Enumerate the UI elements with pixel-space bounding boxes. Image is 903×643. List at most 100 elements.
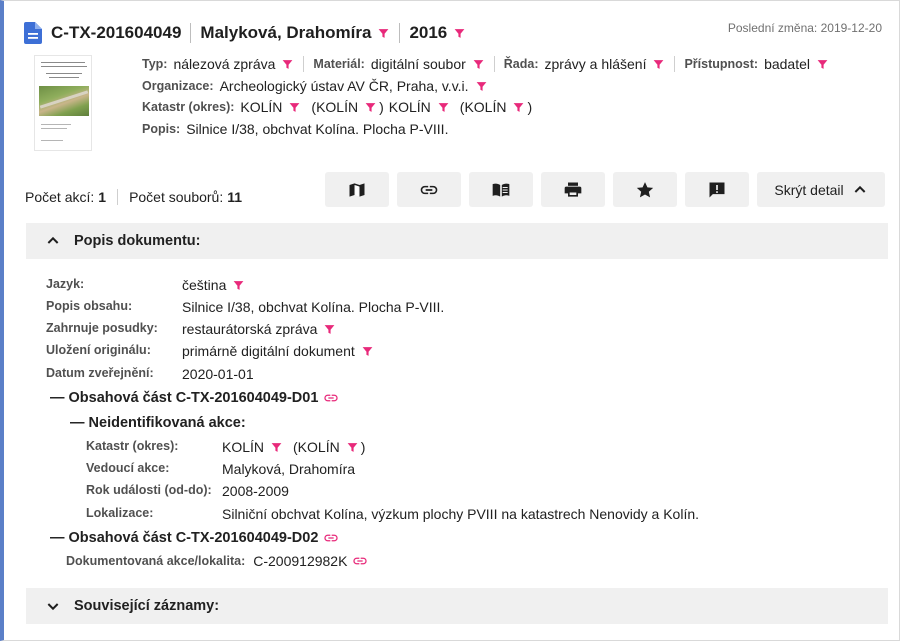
unidentified-action: — Neidentifikovaná akce: [70,415,246,431]
souboru-count-value: 11 [227,189,243,205]
katastr-label: Katastr (okres): [142,100,235,114]
link-icon[interactable] [323,390,339,406]
favorite-button[interactable] [613,172,677,207]
document-header: C-TX-201604049 Malyková, Drahomíra 2016 [24,19,466,47]
detail-row: Rok události (od-do): [86,483,212,497]
filter-icon[interactable] [288,101,301,114]
organizace-value: Archeologický ústav AV ČR, Praha, v.v.i. [219,78,469,94]
last-change-label: Poslední změna: [727,21,818,35]
filter-icon[interactable] [652,58,665,71]
filter-icon[interactable] [816,58,829,71]
document-thumbnail[interactable] [34,55,92,151]
copy-link-button[interactable] [397,172,461,207]
link-icon[interactable] [323,530,339,546]
detail-value: Malyková, Drahomíra [222,461,356,477]
filter-icon[interactable] [346,441,359,454]
rada-value: zprávy a hlášení [544,56,647,72]
map-icon [349,182,365,197]
link-icon [420,185,438,194]
filter-icon[interactable] [361,345,374,358]
divider [190,23,192,43]
detail-row: Dokumentovaná akce/lokalita: C-200912982… [66,553,368,569]
detail-row: Jazyk: [46,277,84,291]
detail-value: primárně digitální dokument [182,343,355,359]
hide-detail-button[interactable]: Skrýt detail [757,172,885,207]
filter-icon[interactable] [270,441,283,454]
detail-label: Dokumentovaná akce/lokalita: [66,554,246,568]
katastr-value: KOLÍN [222,439,265,455]
document-year: 2016 [409,23,448,42]
document-author: Malyková, Drahomíra [200,23,372,42]
rada-label: Řada: [503,57,539,71]
popis-section-title: Popis dokumentu: [74,233,201,249]
okres-value: (KOLÍN [311,99,359,115]
detail-value-row: primárně digitální dokument [182,343,374,359]
read-button[interactable] [469,172,533,207]
detail-value: Silnice I/38, obchvat Kolína. Plocha P-V… [182,299,445,315]
filter-icon[interactable] [475,80,488,93]
chevron-up-icon [854,185,865,193]
filter-icon[interactable] [472,58,485,71]
filter-icon[interactable] [437,101,450,114]
feedback-button[interactable] [685,172,749,207]
katastr-value: KOLÍN [240,99,283,115]
star-icon [636,181,654,197]
detail-value: 2020-01-01 [182,366,254,382]
detail-value-row: Silnice I/38, obchvat Kolína. Plocha P-V… [182,299,444,315]
print-button[interactable] [541,172,605,207]
filter-icon[interactable] [232,279,245,292]
document-id: C-TX-201604049 [51,23,182,42]
detail-value: C-200912982K [253,553,348,569]
katastr-value: KOLÍN [388,99,431,115]
detail-value-row: Silniční obchvat Kolína, výzkum plochy P… [222,506,699,522]
detail-row: Katastr (okres): [86,439,178,453]
detail-value-row: 2008-2009 [222,483,289,499]
filter-icon[interactable] [281,58,294,71]
detail-value: 2008-2009 [222,483,289,499]
content-part-title: — Obsahová část C-TX-201604049-D01 [50,390,319,406]
filter-icon[interactable] [377,27,390,40]
divider [399,23,401,43]
organizace-label: Organizace: [142,79,214,93]
detail-row: Datum zveřejnění: [46,366,154,380]
last-change: Poslední změna: 2019-12-20 [728,21,882,35]
detail-label: Rok události (od-do): [86,483,212,497]
detail-label: Lokalizace: [86,506,154,520]
detail-label: Datum zveřejnění: [46,366,154,380]
filter-icon[interactable] [512,101,525,114]
pristupnost-label: Přístupnost: [684,57,759,71]
typ-label: Typ: [142,57,168,71]
filter-icon[interactable] [453,27,466,40]
akci-count-value: 1 [98,189,107,205]
link-icon[interactable] [352,553,368,569]
souboru-count-label: Počet souborů: [129,189,224,205]
detail-label: Zahrnuje posudky: [46,321,158,335]
detail-label: Jazyk: [46,277,85,291]
action-title: — Neidentifikovaná akce: [70,415,246,431]
last-change-date: 2019-12-20 [820,21,882,35]
detail-label: Uložení originálu: [46,343,151,357]
filter-icon[interactable] [364,101,377,114]
chevron-up-icon [47,236,59,244]
related-section-header[interactable]: Související záznamy: [26,588,888,624]
detail-label: Popis obsahu: [46,299,133,313]
feedback-icon [709,182,725,197]
hide-detail-label: Skrýt detail [774,181,844,198]
detail-row: Popis obsahu: [46,299,132,313]
detail-value: Silniční obchvat Kolína, výzkum plochy P… [222,506,700,522]
related-section-title: Související záznamy: [74,598,220,614]
filter-icon[interactable] [323,323,336,336]
detail-row: Vedoucí akce: [86,461,169,475]
meta-row-3: Katastr (okres): KOLÍN (KOLÍN ) KOLÍN (K… [142,99,532,115]
content-part-title: — Obsahová část C-TX-201604049-D02 [50,530,319,546]
meta-row-4: Popis: Silnice I/38, obchvat Kolína. Plo… [142,121,448,137]
popis-section-header[interactable]: Popis dokumentu: [26,223,888,259]
okres-value: (KOLÍN [293,439,340,455]
detail-value: restaurátorská zpráva [182,321,318,337]
typ-value: nálezová zpráva [173,56,276,72]
material-label: Materiál: [313,57,365,71]
detail-value: čeština [182,277,227,293]
map-button[interactable] [325,172,389,207]
detail-value-row: čeština [182,277,245,293]
detail-value-row: Malyková, Drahomíra [222,461,355,477]
